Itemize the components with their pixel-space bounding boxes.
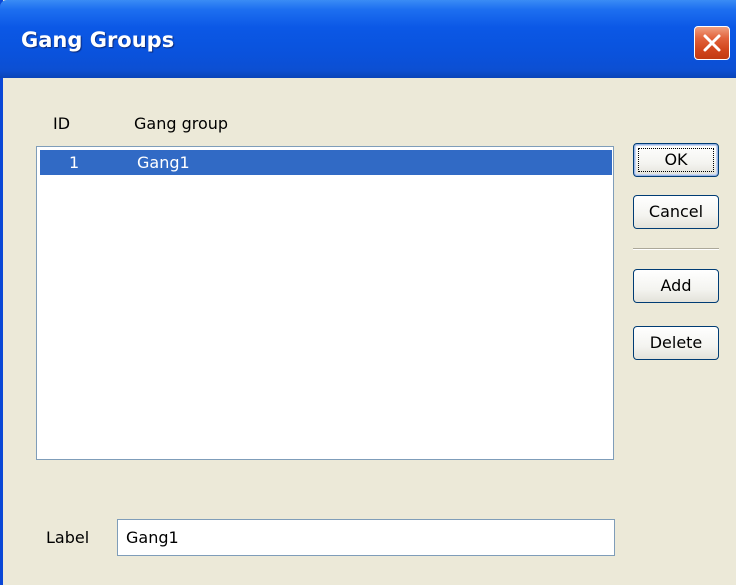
cancel-button[interactable]: Cancel [633, 195, 719, 229]
ok-label: OK [664, 150, 688, 169]
close-icon [703, 34, 721, 52]
column-header-id[interactable]: ID [53, 114, 70, 133]
label-field-label: Label [46, 528, 90, 547]
ok-button[interactable]: OK [633, 143, 719, 177]
title-bar[interactable]: Gang Groups [0, 0, 736, 78]
add-button[interactable]: Add [633, 269, 719, 303]
gang-group-list[interactable]: 1 Gang1 [36, 146, 614, 460]
column-header-gang-group[interactable]: Gang group [134, 114, 228, 133]
gang-groups-dialog: Gang Groups ID Gang group 1 Gang1 OK Can… [0, 0, 736, 585]
row-id: 1 [69, 153, 80, 172]
row-name: Gang1 [137, 153, 190, 172]
add-label: Add [660, 276, 692, 295]
label-input[interactable] [117, 519, 615, 556]
window-title: Gang Groups [21, 28, 175, 52]
cancel-label: Cancel [648, 202, 704, 221]
delete-label: Delete [649, 333, 703, 352]
close-button[interactable] [694, 26, 730, 60]
delete-button[interactable]: Delete [633, 326, 719, 360]
button-separator [633, 248, 719, 250]
list-item[interactable]: 1 Gang1 [40, 150, 612, 175]
